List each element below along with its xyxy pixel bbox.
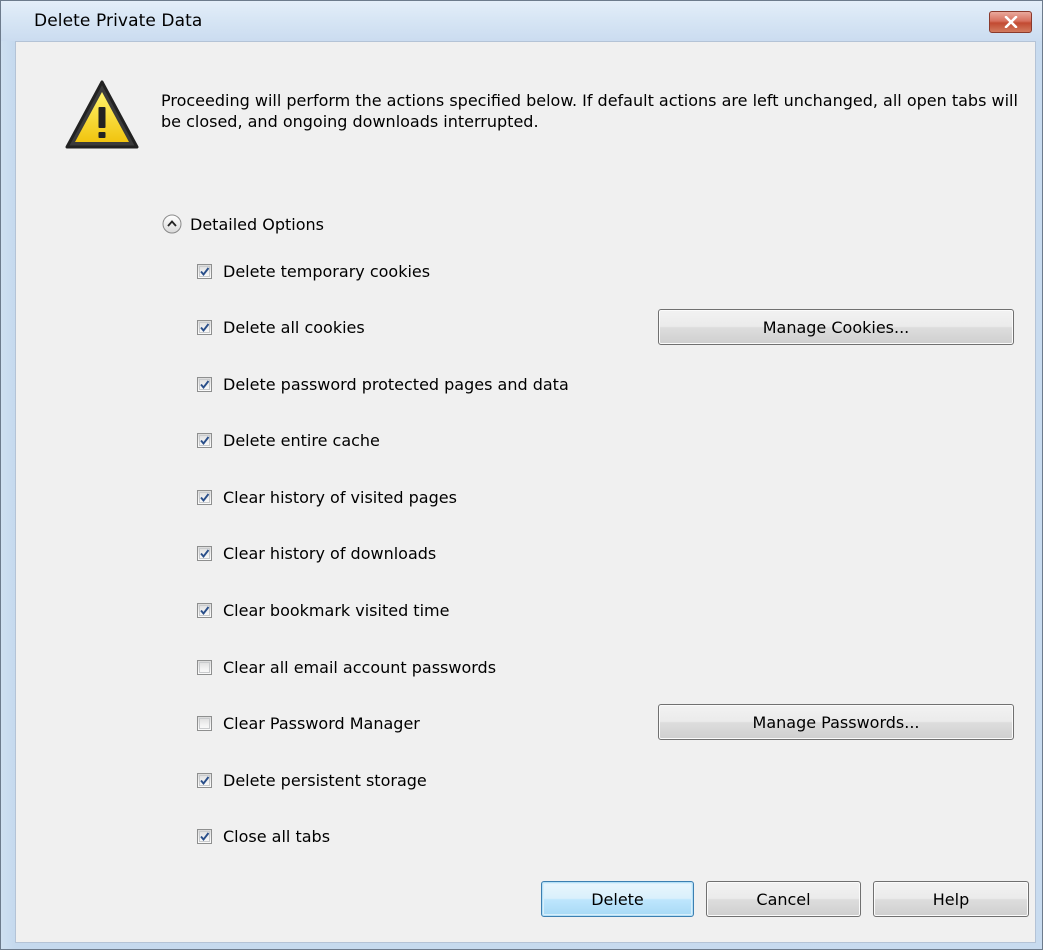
checkbox[interactable]: [197, 489, 212, 505]
window-title: Delete Private Data: [34, 11, 203, 31]
checkbox[interactable]: [197, 715, 212, 731]
checkmark-icon: [200, 831, 210, 841]
checkbox[interactable]: [197, 659, 212, 675]
option-label: Delete password protected pages and data: [223, 374, 569, 394]
cancel-button[interactable]: Cancel: [706, 881, 861, 917]
dialog-body: Proceeding will perform the actions spec…: [15, 41, 1036, 943]
checkbox[interactable]: [197, 432, 212, 448]
option-row[interactable]: Clear history of downloads: [197, 542, 436, 564]
warning-message: Proceeding will perform the actions spec…: [161, 91, 1018, 131]
close-icon: [1004, 16, 1017, 28]
checkmark-icon: [200, 379, 210, 389]
option-label: Delete all cookies: [223, 317, 365, 337]
checkbox[interactable]: [197, 263, 212, 279]
checkmark-icon: [200, 322, 210, 332]
option-row[interactable]: Delete persistent storage: [197, 769, 427, 791]
option-row[interactable]: Clear Password Manager: [197, 712, 420, 734]
manage-cookies-button[interactable]: Manage Cookies...: [658, 309, 1014, 345]
checkbox[interactable]: [197, 319, 212, 335]
option-label: Delete persistent storage: [223, 770, 427, 790]
checkbox[interactable]: [197, 828, 212, 844]
detailed-options-toggle[interactable]: Detailed Options: [162, 212, 324, 236]
option-label: Clear bookmark visited time: [223, 600, 450, 620]
checkbox[interactable]: [197, 772, 212, 788]
option-row[interactable]: Clear all email account passwords: [197, 656, 496, 678]
detailed-options-label: Detailed Options: [190, 214, 324, 234]
option-row[interactable]: Delete entire cache: [197, 429, 380, 451]
option-row[interactable]: Clear history of visited pages: [197, 486, 457, 508]
checkmark-icon: [200, 775, 210, 785]
option-label: Clear history of visited pages: [223, 487, 457, 507]
chevron-up-icon: [162, 214, 182, 234]
close-button[interactable]: [989, 11, 1032, 33]
checkbox[interactable]: [197, 545, 212, 561]
option-row[interactable]: Delete temporary cookies: [197, 260, 430, 282]
option-label: Close all tabs: [223, 826, 331, 846]
option-row[interactable]: Delete all cookies: [197, 316, 365, 338]
checkbox[interactable]: [197, 376, 212, 392]
help-button[interactable]: Help: [873, 881, 1029, 917]
manage-passwords-button[interactable]: Manage Passwords...: [658, 704, 1014, 740]
dialog-window: Delete Private Data Proceeding will perf…: [0, 0, 1043, 950]
option-row[interactable]: Close all tabs: [197, 825, 330, 847]
option-label: Delete temporary cookies: [223, 261, 431, 281]
checkmark-icon: [200, 605, 210, 615]
checkmark-icon: [200, 548, 210, 558]
checkmark-icon: [200, 435, 210, 445]
option-row[interactable]: Clear bookmark visited time: [197, 599, 449, 621]
option-label: Clear Password Manager: [223, 713, 420, 733]
option-label: Clear history of downloads: [223, 543, 437, 563]
checkmark-icon: [200, 266, 210, 276]
checkmark-icon: [200, 492, 210, 502]
title-bar: Delete Private Data: [1, 1, 1042, 41]
option-row[interactable]: Delete password protected pages and data: [197, 373, 569, 395]
option-label: Delete entire cache: [223, 430, 380, 450]
delete-button[interactable]: Delete: [541, 881, 694, 917]
option-label: Clear all email account passwords: [223, 657, 497, 677]
warning-icon: [65, 80, 139, 149]
checkbox[interactable]: [197, 602, 212, 618]
